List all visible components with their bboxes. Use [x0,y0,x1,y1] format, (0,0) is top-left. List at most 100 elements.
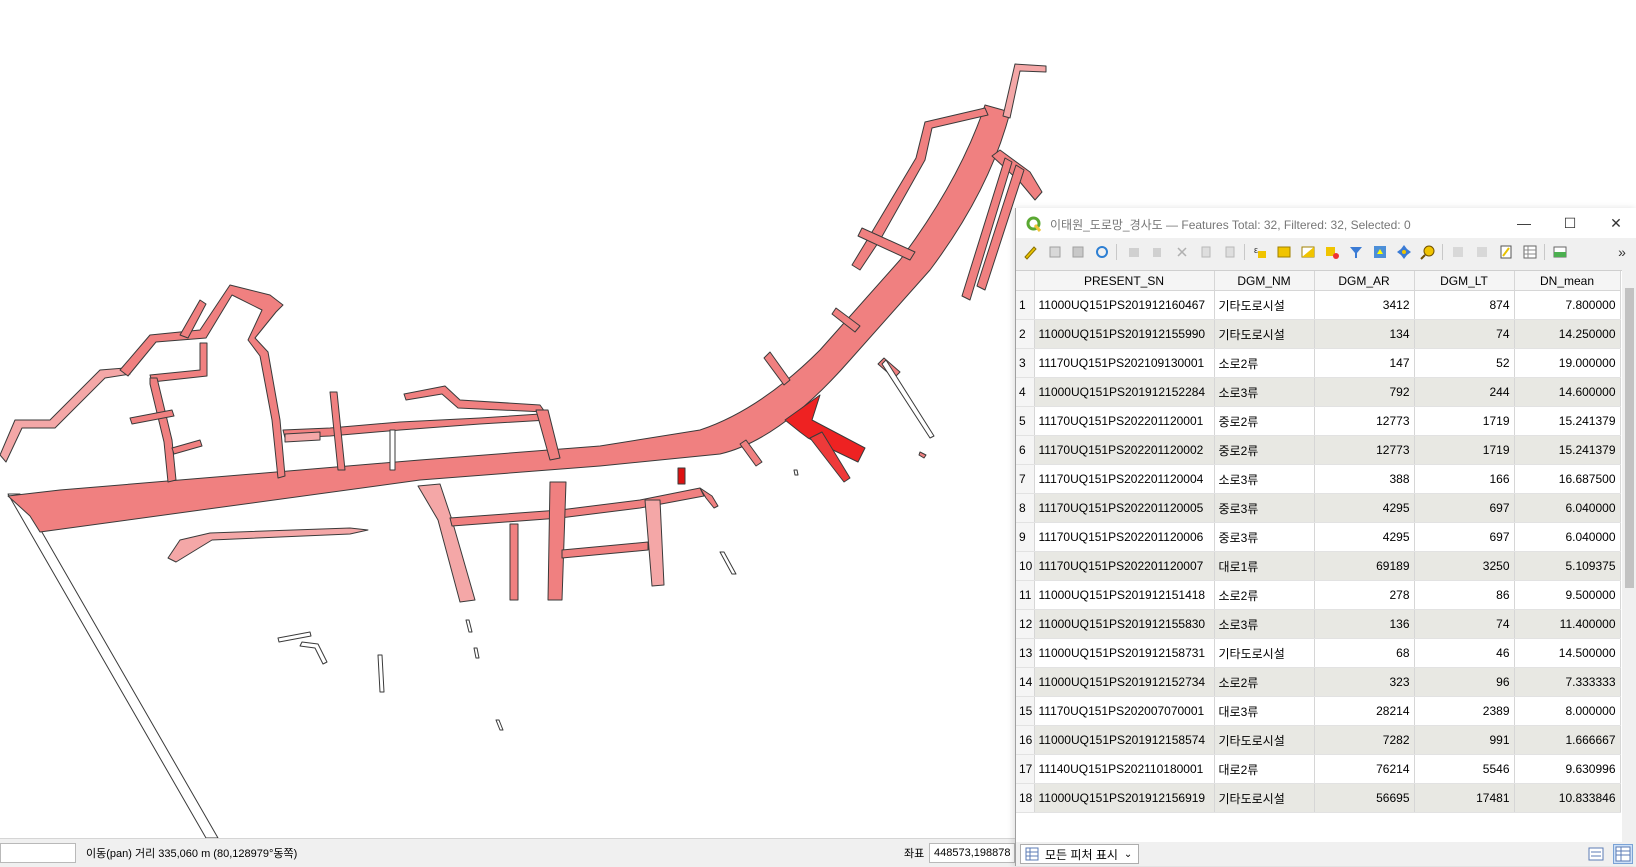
cell-present-sn[interactable]: 11170UQ151PS202201120002 [1034,435,1215,465]
cell-dgm-lt[interactable]: 74 [1414,319,1515,349]
cell-dgm-nm[interactable]: 중로3류 [1214,522,1315,552]
save-edits-icon[interactable] [1068,242,1088,262]
table-row[interactable]: 15 11170UQ151PS202007070001 대로3류 28214 2389 8… [1016,696,1621,726]
cell-dgm-lt[interactable]: 86 [1414,580,1515,610]
table-row[interactable]: 8 11170UQ151PS202201120005 중로3류 4295 697 6.04… [1016,493,1621,523]
cell-dgm-lt[interactable]: 52 [1414,348,1515,378]
cell-dgm-ar[interactable]: 388 [1314,464,1415,494]
cell-present-sn[interactable]: 11170UQ151PS202201120007 [1034,551,1215,581]
cell-dgm-lt[interactable]: 5546 [1414,754,1515,784]
cell-dn-mean[interactable]: 7.333333 [1514,667,1621,697]
row-number[interactable]: 12 [1016,609,1035,639]
expression-select-icon[interactable]: ε [1250,242,1270,262]
new-field-icon[interactable] [1448,242,1468,262]
cell-dgm-lt[interactable]: 74 [1414,609,1515,639]
window-titlebar[interactable]: 이태원_도로망_경사도 — Features Total: 32, Filter… [1016,208,1636,238]
field-calculator-icon[interactable] [1496,242,1516,262]
column-header-dgm-nm[interactable]: DGM_NM [1214,271,1315,291]
cell-dgm-ar[interactable]: 4295 [1314,493,1415,523]
deselect-all-icon[interactable] [1322,242,1342,262]
table-row[interactable]: 11 11000UQ151PS201912151418 소로2류 278 86 9.500… [1016,580,1621,610]
table-row[interactable]: 2 11000UQ151PS201912155990 기타도로시설 134 74 14.2… [1016,319,1621,349]
table-row[interactable]: 3 11170UQ151PS202109130001 소로2류 147 52 19.000… [1016,348,1621,378]
row-number[interactable]: 2 [1016,319,1035,349]
cut-icon[interactable] [1172,242,1192,262]
row-number[interactable]: 7 [1016,464,1035,494]
cell-dn-mean[interactable]: 9.500000 [1514,580,1621,610]
cell-present-sn[interactable]: 11140UQ151PS202110180001 [1034,754,1215,784]
cell-dn-mean[interactable]: 6.040000 [1514,522,1621,552]
move-to-top-icon[interactable] [1370,242,1390,262]
cell-dn-mean[interactable]: 16.687500 [1514,464,1621,494]
cell-dgm-nm[interactable]: 소로2류 [1214,667,1315,697]
maximize-button[interactable]: ☐ [1552,212,1588,234]
reload-icon[interactable] [1092,242,1112,262]
row-number[interactable]: 13 [1016,638,1035,668]
coordinate-field[interactable]: 448573,198878 [929,843,1015,863]
cell-dn-mean[interactable]: 15.241379 [1514,435,1621,465]
cell-dgm-lt[interactable]: 244 [1414,377,1515,407]
cell-dn-mean[interactable]: 14.500000 [1514,638,1621,668]
cell-dn-mean[interactable]: 14.250000 [1514,319,1621,349]
cell-dgm-nm[interactable]: 중로3류 [1214,493,1315,523]
cell-dgm-nm[interactable]: 기타도로시설 [1214,290,1315,320]
table-row[interactable]: 5 11170UQ151PS202201120001 중로2류 12773 1719 15… [1016,406,1621,436]
cell-dgm-nm[interactable]: 기타도로시설 [1214,638,1315,668]
table-row[interactable]: 7 11170UQ151PS202201120004 소로3류 388 166 16.68… [1016,464,1621,494]
cell-dgm-nm[interactable]: 대로1류 [1214,551,1315,581]
table-row[interactable]: 14 11000UQ151PS201912152734 소로2류 323 96 7.333… [1016,667,1621,697]
cell-dgm-ar[interactable]: 136 [1314,609,1415,639]
pan-to-selected-icon[interactable] [1394,242,1414,262]
invert-selection-icon[interactable] [1298,242,1318,262]
table-row[interactable]: 1 11000UQ151PS201912160467 기타도로시설 3412 874 7.… [1016,290,1621,320]
table-row[interactable]: 4 11000UQ151PS201912152284 소로3류 792 244 14.60… [1016,377,1621,407]
row-number[interactable]: 16 [1016,725,1035,755]
cell-dgm-ar[interactable]: 69189 [1314,551,1415,581]
edit-pencil-icon[interactable] [1020,242,1040,262]
table-row[interactable]: 17 11140UQ151PS202110180001 대로2류 76214 5546 9… [1016,754,1621,784]
cell-dn-mean[interactable]: 9.630996 [1514,754,1621,784]
dock-icon[interactable] [1550,242,1570,262]
zoom-to-selected-icon[interactable] [1418,242,1438,262]
cell-dgm-ar[interactable]: 12773 [1314,406,1415,436]
cell-dgm-nm[interactable]: 소로2류 [1214,580,1315,610]
cell-dn-mean[interactable]: 5.109375 [1514,551,1621,581]
table-row[interactable]: 10 11170UQ151PS202201120007 대로1류 69189 3250 5… [1016,551,1621,581]
column-header-dgm-ar[interactable]: DGM_AR [1314,271,1415,291]
cell-present-sn[interactable]: 11170UQ151PS202201120004 [1034,464,1215,494]
row-number[interactable]: 4 [1016,377,1035,407]
table-row[interactable]: 13 11000UQ151PS201912158731 기타도로시설 68 46 14.5… [1016,638,1621,668]
cell-dgm-lt[interactable]: 1719 [1414,406,1515,436]
table-row[interactable]: 9 11170UQ151PS202201120006 중로3류 4295 697 6.04… [1016,522,1621,552]
copy-icon[interactable] [1196,242,1216,262]
cell-dgm-ar[interactable]: 4295 [1314,522,1415,552]
row-number[interactable]: 9 [1016,522,1035,552]
cell-dgm-lt[interactable]: 874 [1414,290,1515,320]
cell-dn-mean[interactable]: 11.400000 [1514,609,1621,639]
cell-dgm-nm[interactable]: 소로2류 [1214,348,1315,378]
cell-present-sn[interactable]: 11000UQ151PS201912152734 [1034,667,1215,697]
cell-dgm-lt[interactable]: 3250 [1414,551,1515,581]
row-number[interactable]: 5 [1016,406,1035,436]
cell-present-sn[interactable]: 11000UQ151PS201912155990 [1034,319,1215,349]
table-row[interactable]: 18 11000UQ151PS201912156919 기타도로시설 56695 174… [1016,783,1621,813]
delete-feature-icon[interactable] [1147,242,1167,262]
cell-dgm-lt[interactable]: 17481 [1414,783,1515,813]
row-number[interactable]: 6 [1016,435,1035,465]
row-number[interactable]: 10 [1016,551,1035,581]
cell-dn-mean[interactable]: 1.666667 [1514,725,1621,755]
row-number[interactable]: 11 [1016,580,1035,610]
table-row[interactable]: 12 11000UQ151PS201912155830 소로3류 136 74 11.40… [1016,609,1621,639]
cell-dgm-lt[interactable]: 991 [1414,725,1515,755]
toolbar-overflow-button[interactable]: » [1612,242,1632,262]
cell-dgm-lt[interactable]: 2389 [1414,696,1515,726]
cell-dgm-ar[interactable]: 3412 [1314,290,1415,320]
cell-dgm-ar[interactable]: 68 [1314,638,1415,668]
cell-present-sn[interactable]: 11000UQ151PS201912151418 [1034,580,1215,610]
add-feature-icon[interactable] [1124,242,1144,262]
conditional-format-icon[interactable] [1520,242,1540,262]
cell-dgm-lt[interactable]: 96 [1414,667,1515,697]
cell-dgm-nm[interactable]: 기타도로시설 [1214,783,1315,813]
cell-dgm-nm[interactable]: 대로2류 [1214,754,1315,784]
row-number[interactable]: 1 [1016,290,1035,320]
